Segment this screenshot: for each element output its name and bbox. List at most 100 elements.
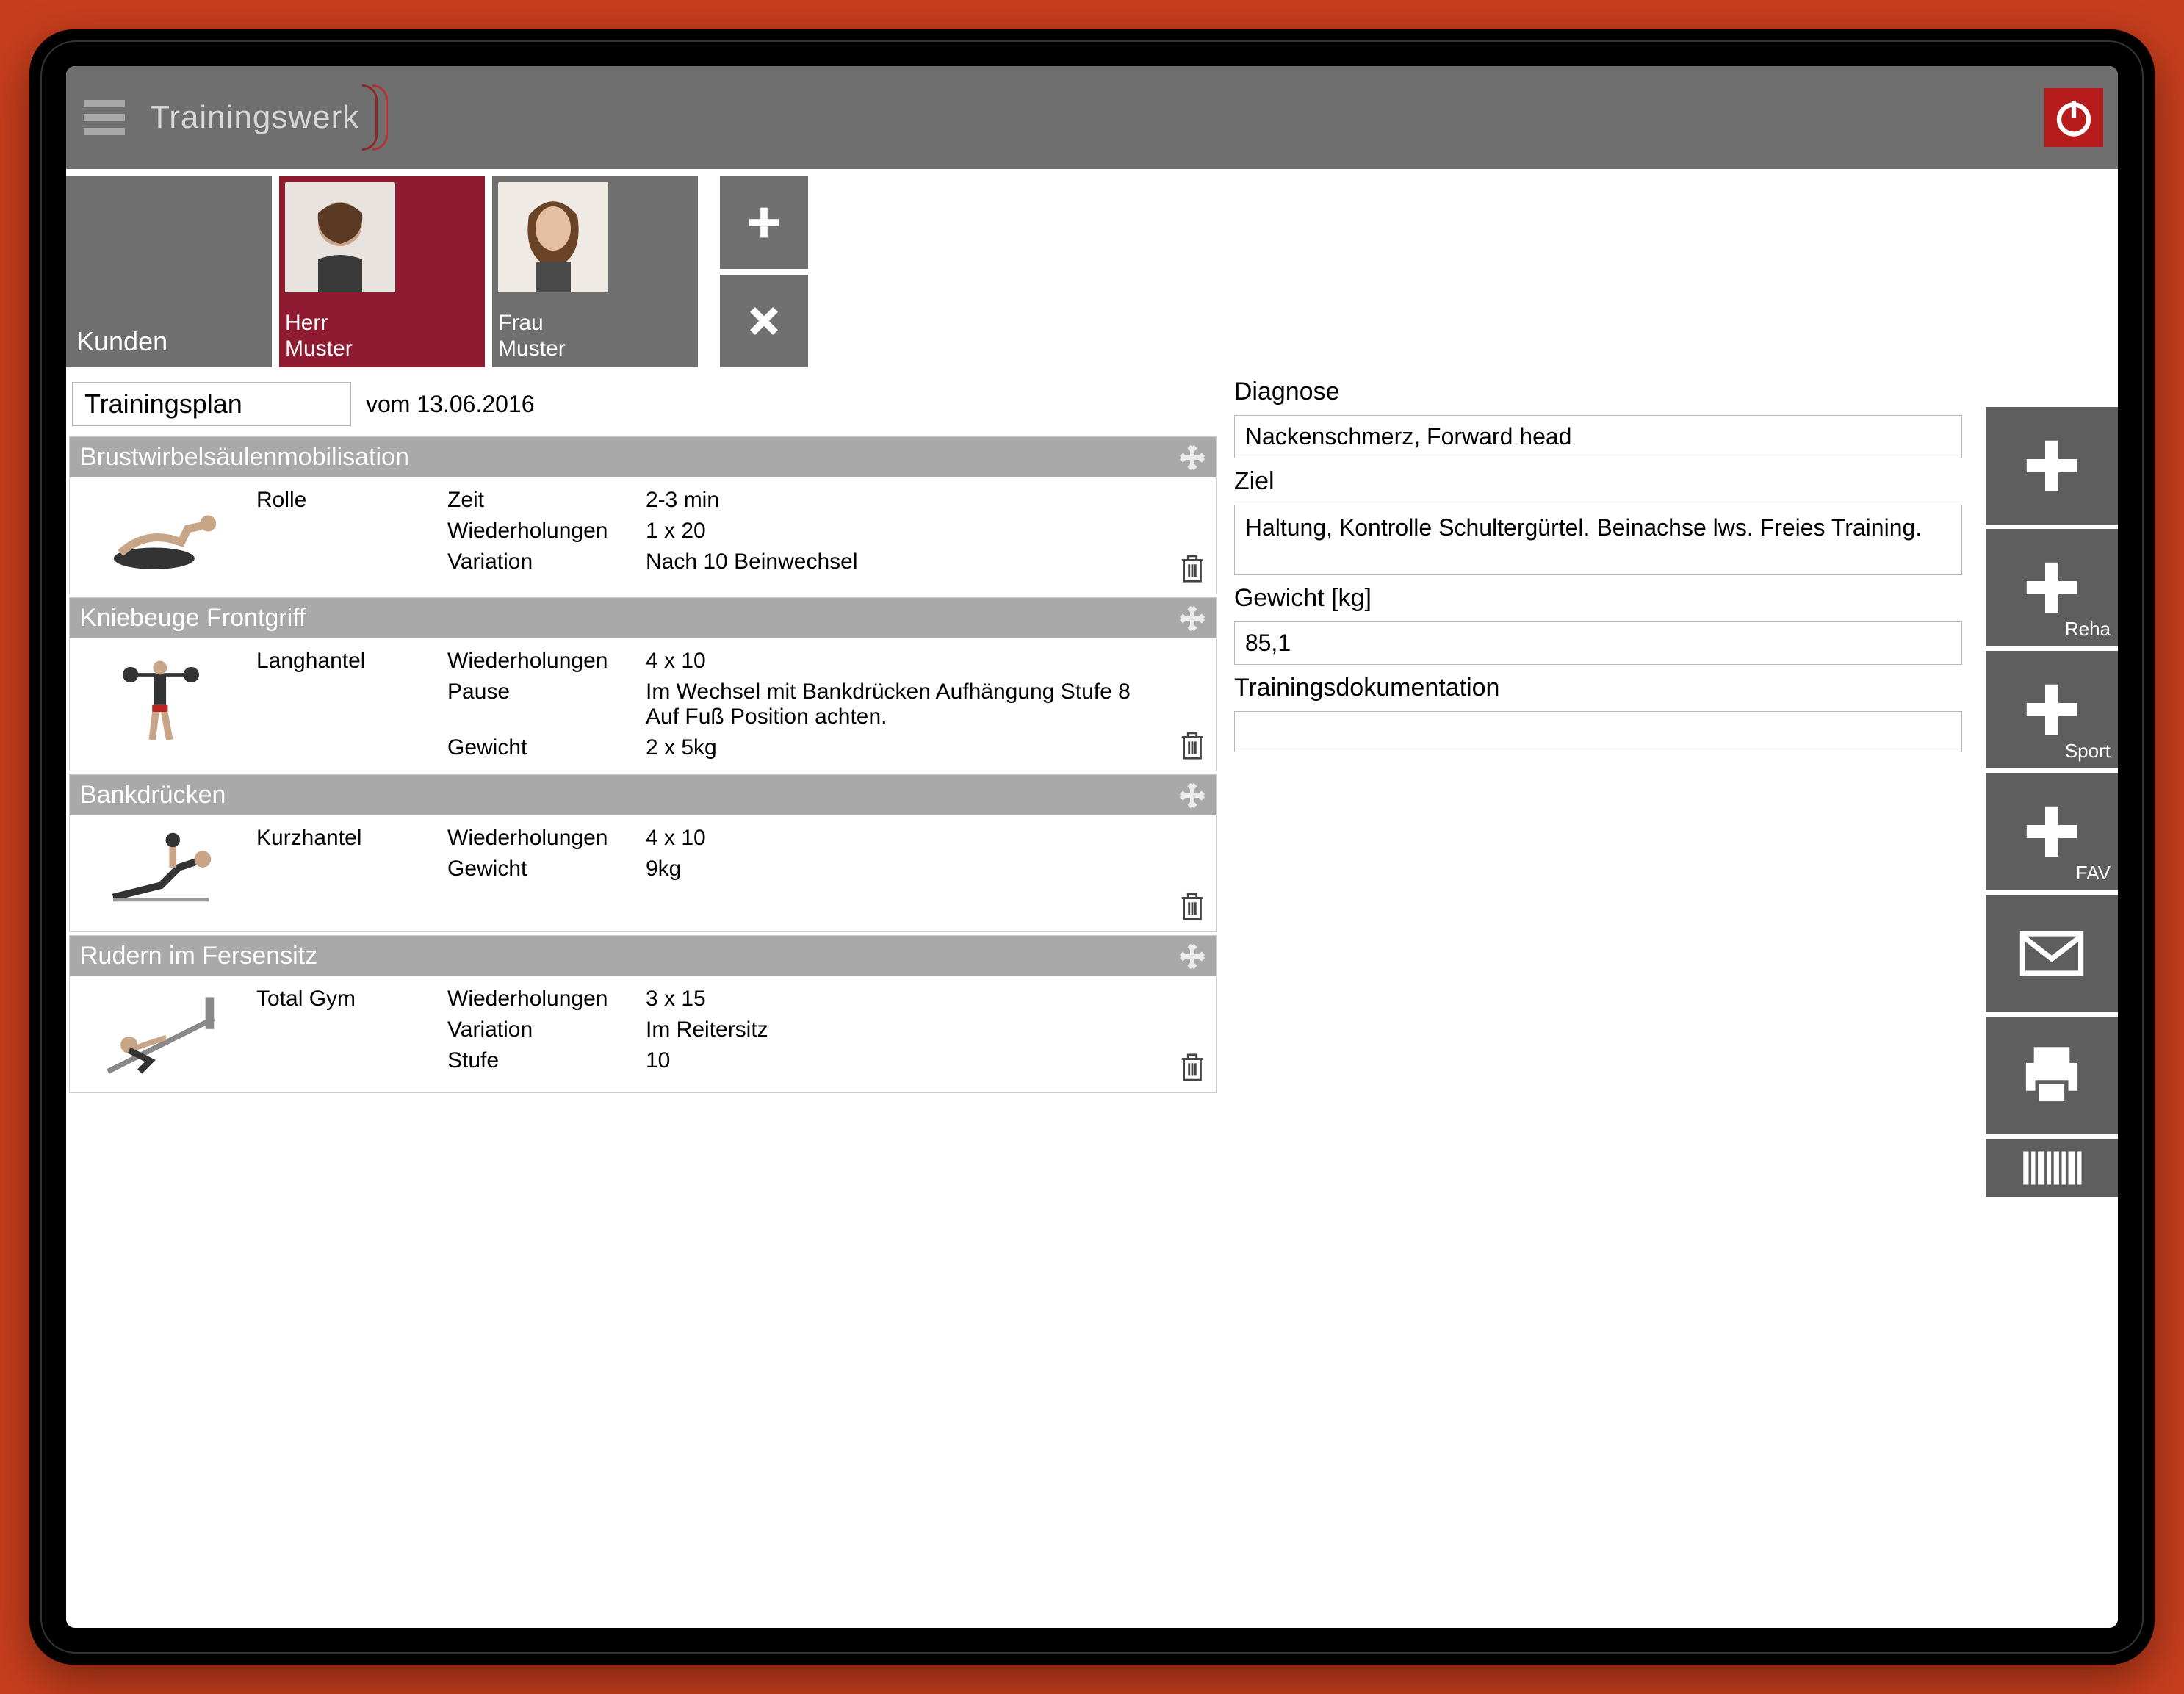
customer-actions [720, 176, 808, 367]
doku-label: Trainingsdokumentation [1234, 674, 1962, 702]
plus-icon [2019, 433, 2085, 499]
param-value: Nach 10 Beinwechsel [646, 549, 1154, 574]
exercise-equipment: Kurzhantel [256, 826, 433, 921]
plus-icon [2019, 677, 2085, 743]
exercise-name: Bankdrücken [80, 781, 226, 810]
plan-column: vom 13.06.2016 Brustwirbelsäulenmobilisa… [69, 378, 1217, 1628]
brand-logo: Trainingswerk [150, 84, 387, 151]
sidebar-print-button[interactable] [1986, 1017, 2118, 1134]
sidebar-add-sport-button[interactable]: Sport [1986, 651, 2118, 768]
param-label: Wiederholungen [447, 826, 631, 851]
barcode-icon [2019, 1139, 2085, 1197]
info-column: Diagnose Nackenschmerz, Forward head Zie… [1234, 378, 1968, 1628]
param-label: Wiederholungen [447, 519, 631, 544]
brand-curves-icon [362, 84, 387, 151]
screen: Trainingswerk Kunden Herr Muster [66, 66, 2118, 1628]
param-label: Variation [447, 1017, 631, 1042]
exercise-header[interactable]: Bankdrücken [70, 775, 1216, 815]
doku-input[interactable] [1234, 711, 1962, 752]
param-value: 2 x 5kg [646, 735, 1154, 760]
param-label: Pause [447, 680, 631, 729]
exercise-name: Rudern im Fersensitz [80, 942, 317, 970]
exercise-name: Brustwirbelsäulenmobilisation [80, 443, 409, 472]
customer-card-frau-muster[interactable]: Frau Muster [492, 176, 698, 367]
customer-name: Herr Muster [285, 311, 479, 361]
plan-header: vom 13.06.2016 [69, 378, 1217, 436]
exercise-equipment: Total Gym [256, 987, 433, 1082]
exercise-thumbnail [80, 826, 242, 921]
tablet-frame: Trainingswerk Kunden Herr Muster [29, 29, 2155, 1665]
exercise-name: Kniebeuge Frontgriff [80, 604, 306, 632]
param-label: Variation [447, 549, 631, 574]
move-icon[interactable] [1179, 943, 1205, 970]
param-label: Wiederholungen [447, 987, 631, 1012]
power-icon [2052, 95, 2096, 140]
print-icon [2019, 1042, 2085, 1109]
exercise-params: Wiederholungen 3 x 15 Variation Im Reitersi… [447, 987, 1154, 1082]
param-label: Zeit [447, 488, 631, 513]
sidebar-mail-button[interactable] [1986, 895, 2118, 1012]
menu-icon[interactable] [81, 94, 128, 141]
exercise-thumbnail [80, 987, 242, 1082]
add-customer-button[interactable] [720, 176, 808, 269]
param-value: 4 x 10 [646, 649, 1154, 674]
ziel-input[interactable]: Haltung, Kontrolle Schultergürtel. Beina… [1234, 505, 1962, 575]
trash-icon[interactable] [1179, 1053, 1205, 1082]
exercise-params: Zeit2-3 minWiederholungen1 x 20Variation… [447, 488, 1154, 583]
sidebar-barcode-button[interactable] [1986, 1139, 2118, 1197]
sidebar-add-reha-button[interactable]: Reha [1986, 529, 2118, 646]
ziel-label: Ziel [1234, 467, 1962, 496]
exercise-body: KurzhantelWiederholungen4 x 10Gewicht9kg [70, 815, 1216, 931]
plus-icon [2019, 555, 2085, 621]
sidebar-sublabel: Sport [2065, 740, 2111, 763]
gewicht-label: Gewicht [kg] [1234, 584, 1962, 613]
close-icon [742, 299, 786, 343]
move-icon[interactable] [1179, 782, 1205, 809]
customer-name: Frau Muster [498, 311, 692, 361]
customers-label: Kunden [66, 176, 272, 367]
plan-title-input[interactable] [72, 382, 351, 426]
mail-icon [2019, 920, 2085, 987]
plus-icon [742, 201, 786, 245]
customer-strip: Kunden Herr Muster Frau Muster [66, 169, 2118, 375]
customer-photo [285, 182, 395, 292]
trash-icon[interactable] [1179, 554, 1205, 583]
topbar: Trainingswerk [66, 66, 2118, 169]
diagnose-input[interactable]: Nackenschmerz, Forward head [1234, 415, 1962, 458]
move-icon[interactable] [1179, 444, 1205, 471]
exercise-body: Total Gym Wiederholungen 3 x 15 Variation Im… [70, 976, 1216, 1092]
exercise-body: RolleZeit2-3 minWiederholungen1 x 20Vari… [70, 477, 1216, 594]
sidebar: Reha Sport FAV [1986, 378, 2118, 1628]
exercise-header[interactable]: Brustwirbelsäulenmobilisation [70, 437, 1216, 477]
param-label: Wiederholungen [447, 649, 631, 674]
power-button[interactable] [2044, 88, 2103, 147]
move-icon[interactable] [1179, 605, 1205, 632]
exercise-params: Wiederholungen4 x 10PauseIm Wechsel mit … [447, 649, 1154, 760]
plus-icon [2019, 799, 2085, 865]
exercise-thumbnail [80, 649, 242, 744]
exercise-block: BrustwirbelsäulenmobilisationRolleZeit2-… [69, 436, 1217, 594]
trash-icon[interactable] [1179, 731, 1205, 760]
exercise-header[interactable]: Rudern im Fersensitz [70, 936, 1216, 976]
param-value: 3 x 15 [646, 987, 1154, 1012]
exercise-list: BrustwirbelsäulenmobilisationRolleZeit2-… [69, 436, 1217, 1096]
param-label: Gewicht [447, 857, 631, 882]
sidebar-add-fav-button[interactable]: FAV [1986, 773, 2118, 890]
param-value: Im Reitersitz [646, 1017, 1154, 1042]
param-value: 1 x 20 [646, 519, 1154, 544]
sidebar-add-button[interactable] [1986, 407, 2118, 525]
sidebar-sublabel: FAV [2076, 862, 2111, 884]
exercise-thumbnail [80, 488, 242, 583]
remove-customer-button[interactable] [720, 275, 808, 367]
trash-icon[interactable] [1179, 892, 1205, 921]
gewicht-input[interactable]: 85,1 [1234, 621, 1962, 665]
exercise-block: Rudern im FersensitzTotal GymWiederholun… [69, 935, 1217, 1093]
customer-card-herr-muster[interactable]: Herr Muster [279, 176, 485, 367]
brand-text: Trainingswerk [150, 99, 359, 136]
exercise-equipment: Rolle [256, 488, 433, 583]
param-label: Gewicht [447, 735, 631, 760]
sidebar-sublabel: Reha [2065, 618, 2111, 641]
param-value: 9kg [646, 857, 1154, 882]
param-value: 10 [646, 1048, 1154, 1073]
exercise-header[interactable]: Kniebeuge Frontgriff [70, 598, 1216, 638]
